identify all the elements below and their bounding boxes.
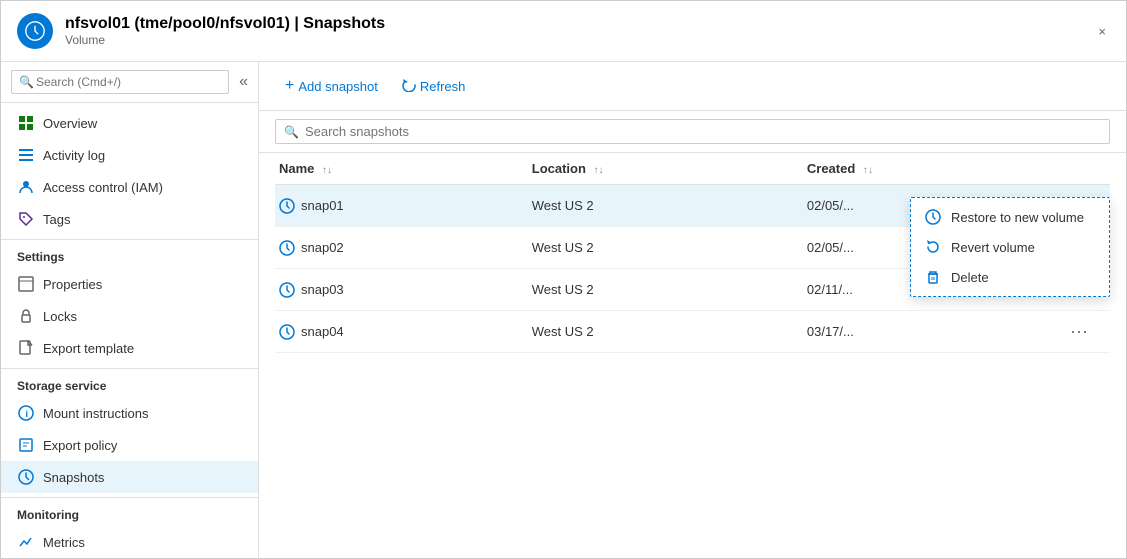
sidebar-item-access-control-label: Access control (IAM) xyxy=(43,180,163,195)
sidebar-item-snapshots[interactable]: Snapshots xyxy=(1,461,258,493)
tag-icon xyxy=(17,210,35,228)
revert-label: Revert volume xyxy=(951,240,1035,255)
person-icon xyxy=(17,178,35,196)
overview-icon xyxy=(17,114,35,132)
sidebar-item-locks-label: Locks xyxy=(43,309,77,324)
sidebar-item-metrics-label: Metrics xyxy=(43,535,85,550)
properties-icon xyxy=(17,275,35,293)
refresh-icon xyxy=(402,78,416,95)
col-name: Name ↑↓ xyxy=(275,153,528,185)
add-snapshot-button[interactable]: + Add snapshot xyxy=(275,72,388,100)
sidebar-item-tags-label: Tags xyxy=(43,212,70,227)
row-name-2: snap03 xyxy=(275,269,528,311)
sort-location-icon[interactable]: ↑↓ xyxy=(594,165,604,176)
snapshot-icon xyxy=(17,468,35,486)
row-name: snap01 xyxy=(275,185,528,227)
sidebar-item-snapshots-label: Snapshots xyxy=(43,470,104,485)
search-bar-inner: 🔍 xyxy=(275,119,1110,144)
content-area: + Add snapshot Refresh 🔍 xyxy=(259,62,1126,558)
sidebar-item-export-template-label: Export template xyxy=(43,341,134,356)
header-text: nfsvol01 (tme/pool0/nfsvol01) | Snapshot… xyxy=(65,15,1094,47)
context-menu: Restore to new volume Revert volume Dele… xyxy=(910,197,1110,297)
sidebar-item-export-policy-label: Export policy xyxy=(43,438,117,453)
sidebar: 🔍 « Overview Activity log xyxy=(1,62,259,558)
collapse-button[interactable]: « xyxy=(239,73,248,91)
col-location: Location ↑↓ xyxy=(528,153,803,185)
row-name-3: snap04 xyxy=(275,311,528,353)
sidebar-item-locks[interactable]: Locks xyxy=(1,300,258,332)
page-title: nfsvol01 (tme/pool0/nfsvol01) | Snapshot… xyxy=(65,15,1094,33)
row-location-1: West US 2 xyxy=(528,227,803,269)
table-header-row: Name ↑↓ Location ↑↓ Created ↑↓ xyxy=(275,153,1110,185)
app-container: nfsvol01 (tme/pool0/nfsvol01) | Snapshot… xyxy=(0,0,1127,559)
context-menu-delete[interactable]: Delete xyxy=(911,262,1109,292)
snapshot-search-input[interactable] xyxy=(305,124,1101,139)
context-menu-revert[interactable]: Revert volume xyxy=(911,232,1109,262)
row-location-0: West US 2 xyxy=(528,185,803,227)
header: nfsvol01 (tme/pool0/nfsvol01) | Snapshot… xyxy=(1,1,1126,62)
restore-label: Restore to new volume xyxy=(951,210,1084,225)
row-created-3: 03/17/... xyxy=(803,311,1060,353)
row-more-3: ··· xyxy=(1060,311,1110,353)
close-button[interactable]: × xyxy=(1094,20,1110,43)
activity-log-icon xyxy=(17,146,35,164)
sidebar-item-properties-label: Properties xyxy=(43,277,102,292)
info-icon: i xyxy=(17,404,35,422)
sidebar-item-metrics[interactable]: Metrics xyxy=(1,526,258,558)
add-snapshot-label: Add snapshot xyxy=(298,79,378,94)
sidebar-item-properties[interactable]: Properties xyxy=(1,268,258,300)
row-name-1: snap02 xyxy=(275,227,528,269)
refresh-button[interactable]: Refresh xyxy=(392,73,476,100)
sidebar-item-export-template[interactable]: Export template xyxy=(1,332,258,364)
sidebar-item-tags[interactable]: Tags xyxy=(1,203,258,235)
sidebar-item-mount-instructions-label: Mount instructions xyxy=(43,406,149,421)
sidebar-item-activity-log-label: Activity log xyxy=(43,148,105,163)
export-template-icon xyxy=(17,339,35,357)
col-actions xyxy=(1060,153,1110,185)
row-location-2: West US 2 xyxy=(528,269,803,311)
policy-icon xyxy=(17,436,35,454)
sidebar-search-container: 🔍 « xyxy=(1,62,258,103)
sort-created-icon[interactable]: ↑↓ xyxy=(863,165,873,176)
search-bar-icon: 🔍 xyxy=(284,125,299,139)
sidebar-item-export-policy[interactable]: Export policy xyxy=(1,429,258,461)
main-layout: 🔍 « Overview Activity log xyxy=(1,62,1126,558)
section-storage-service: Storage service xyxy=(1,368,258,397)
sidebar-item-overview[interactable]: Overview xyxy=(1,107,258,139)
row-location-3: West US 2 xyxy=(528,311,803,353)
app-icon xyxy=(17,13,53,49)
restore-icon xyxy=(925,209,941,225)
sidebar-nav: Overview Activity log Access control (IA… xyxy=(1,103,258,558)
page-subtitle: Volume xyxy=(65,33,1094,47)
sidebar-item-access-control[interactable]: Access control (IAM) xyxy=(1,171,258,203)
metrics-icon xyxy=(17,533,35,551)
svg-text:i: i xyxy=(26,409,29,419)
sidebar-item-overview-label: Overview xyxy=(43,116,97,131)
snapshots-table-container: Name ↑↓ Location ↑↓ Created ↑↓ xyxy=(259,153,1126,558)
search-input[interactable] xyxy=(11,70,229,94)
search-bar: 🔍 xyxy=(259,111,1126,153)
delete-icon xyxy=(925,269,941,285)
toolbar: + Add snapshot Refresh xyxy=(259,62,1126,111)
delete-label: Delete xyxy=(951,270,989,285)
context-menu-restore[interactable]: Restore to new volume xyxy=(911,202,1109,232)
sidebar-item-mount-instructions[interactable]: i Mount instructions xyxy=(1,397,258,429)
table-row[interactable]: snap04 West US 2 03/17/... ··· xyxy=(275,311,1110,353)
search-icon: 🔍 xyxy=(19,75,34,89)
more-actions-button-3[interactable]: ··· xyxy=(1064,319,1094,344)
section-monitoring: Monitoring xyxy=(1,497,258,526)
revert-icon xyxy=(925,239,941,255)
col-created: Created ↑↓ xyxy=(803,153,1060,185)
section-settings: Settings xyxy=(1,239,258,268)
lock-icon xyxy=(17,307,35,325)
plus-icon: + xyxy=(285,77,294,95)
sort-name-icon[interactable]: ↑↓ xyxy=(322,165,332,176)
sidebar-item-activity-log[interactable]: Activity log xyxy=(1,139,258,171)
refresh-label: Refresh xyxy=(420,79,466,94)
